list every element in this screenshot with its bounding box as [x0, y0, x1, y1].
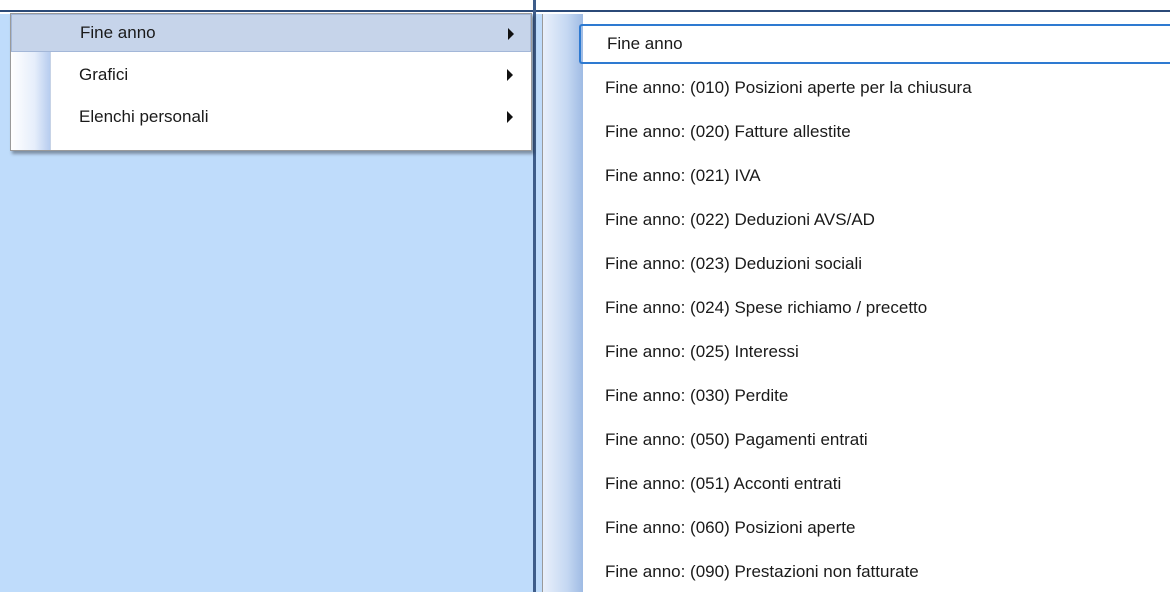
submenu-item-023[interactable]: Fine anno: (023) Deduzioni sociali: [579, 244, 1170, 284]
submenu-item-label: Fine anno: (021) IVA: [605, 166, 761, 185]
submenu-item-label: Fine anno: (050) Pagamenti entrati: [605, 430, 868, 449]
submenu-item-label: Fine anno: (010) Posizioni aperte per la…: [605, 78, 972, 97]
menu-item-elenchi-personali[interactable]: Elenchi personali: [11, 98, 531, 136]
submenu-item-label: Fine anno: (024) Spese richiamo / precet…: [605, 298, 928, 317]
submenu-item-label: Fine anno: (025) Interessi: [605, 342, 799, 361]
submenu-item-label: Fine anno: [607, 34, 683, 53]
top-bar-border: [0, 10, 1170, 12]
submenu-arrow-icon: [508, 28, 514, 40]
submenu-item-024[interactable]: Fine anno: (024) Spese richiamo / precet…: [579, 288, 1170, 328]
submenu-item-label: Fine anno: (030) Perdite: [605, 386, 789, 405]
submenu-item-label: Fine anno: (022) Deduzioni AVS/AD: [605, 210, 875, 229]
menu-item-label: Grafici: [79, 65, 129, 84]
submenu-item-fine-anno[interactable]: Fine anno: [579, 24, 1170, 64]
submenu-item-030[interactable]: Fine anno: (030) Perdite: [579, 376, 1170, 416]
menu-item-label: Elenchi personali: [79, 107, 209, 126]
submenu-item-label: Fine anno: (060) Posizioni aperte: [605, 518, 856, 537]
submenu-item-022[interactable]: Fine anno: (022) Deduzioni AVS/AD: [579, 200, 1170, 240]
pane-divider[interactable]: [533, 0, 536, 592]
menu-item-label: Fine anno: [80, 23, 156, 42]
submenu-item-010[interactable]: Fine anno: (010) Posizioni aperte per la…: [579, 68, 1170, 108]
submenu-item-025[interactable]: Fine anno: (025) Interessi: [579, 332, 1170, 372]
fine-anno-submenu: Fine anno Fine anno: (010) Posizioni ape…: [542, 14, 1170, 592]
submenu-item-label: Fine anno: (020) Fatture allestite: [605, 122, 851, 141]
main-menu: Fine anno Grafici Elenchi personali: [10, 13, 532, 151]
submenu-icon-gutter: [543, 14, 583, 592]
submenu-item-050[interactable]: Fine anno: (050) Pagamenti entrati: [579, 420, 1170, 460]
submenu-arrow-icon: [507, 69, 513, 81]
top-bar: [0, 0, 1170, 14]
menu-item-fine-anno[interactable]: Fine anno: [11, 14, 531, 52]
menu-item-grafici[interactable]: Grafici: [11, 56, 531, 94]
submenu-item-021[interactable]: Fine anno: (021) IVA: [579, 156, 1170, 196]
submenu-item-090[interactable]: Fine anno: (090) Prestazioni non fattura…: [579, 552, 1170, 592]
submenu-item-label: Fine anno: (023) Deduzioni sociali: [605, 254, 863, 273]
submenu-arrow-icon: [507, 111, 513, 123]
submenu-item-051[interactable]: Fine anno: (051) Acconti entrati: [579, 464, 1170, 504]
submenu-item-060[interactable]: Fine anno: (060) Posizioni aperte: [579, 508, 1170, 548]
submenu-item-label: Fine anno: (051) Acconti entrati: [605, 474, 842, 493]
submenu-item-label: Fine anno: (090) Prestazioni non fattura…: [605, 562, 919, 581]
submenu-item-020[interactable]: Fine anno: (020) Fatture allestite: [579, 112, 1170, 152]
